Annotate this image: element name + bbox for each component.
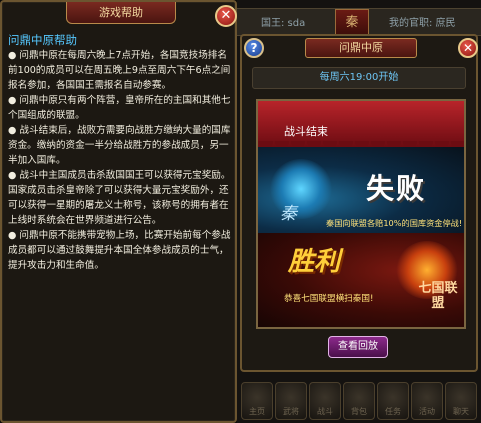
icon-label: 背包 bbox=[351, 407, 367, 416]
event-dialog: ? 问鼎中原 ✕ 每周六19:00开始 战斗结束 秦 失败 秦国向联盟各赔10%… bbox=[240, 34, 478, 372]
battle-result-image: 战斗结束 秦 失败 秦国向联盟各赔10%的国库资金停战! 胜利 七国联盟 恭喜七… bbox=[256, 99, 466, 329]
icon-label: 战斗 bbox=[317, 407, 333, 416]
nation-seal-icon: 秦 bbox=[335, 9, 369, 37]
help-title: 问鼎中原帮助 bbox=[8, 33, 77, 47]
alliance-name: 七国联盟 bbox=[418, 281, 458, 311]
task-icon[interactable]: 任务 bbox=[377, 382, 409, 420]
icon-label: 聊天 bbox=[453, 407, 469, 416]
help-paragraph: ● 问鼎中原只有两个阵营，皇帝所在的主国和其他七个国组成的联盟。 bbox=[8, 95, 231, 121]
dialog-title: 问鼎中原 bbox=[305, 38, 417, 58]
bag-icon[interactable]: 背包 bbox=[343, 382, 375, 420]
help-close-icon[interactable]: ✕ bbox=[215, 5, 237, 27]
icon-label: 活动 bbox=[419, 407, 435, 416]
help-panel: 游戏帮助 ✕ 问鼎中原帮助 ● 问鼎中原在每周六晚上7点开始，各国竞技场排名前1… bbox=[0, 0, 237, 423]
view-replay-button[interactable]: 查看回放 bbox=[328, 336, 388, 358]
victory-text: 胜利 bbox=[288, 247, 341, 277]
defeat-description: 秦国向联盟各赔10%的国库资金停战! bbox=[326, 218, 463, 228]
fight-icon[interactable]: 战斗 bbox=[309, 382, 341, 420]
bottom-icon-bar: 主页 武将 战斗 背包 任务 活动 聊天 bbox=[237, 380, 481, 423]
help-paragraph: ● 问鼎中原在每周六晚上7点开始，各国竞技场排名前100的成员可以在周五晚上9点… bbox=[8, 50, 231, 91]
icon-label: 武将 bbox=[283, 407, 299, 416]
help-paragraph: ● 问鼎中原不能携带宠物上场，比赛开始前每个参战成员都可以通过鼓舞提升本国全体参… bbox=[8, 230, 231, 271]
help-body: ● 问鼎中原在每周六晚上7点开始，各国竞技场排名前100的成员可以在周五晚上9点… bbox=[8, 48, 234, 273]
help-icon[interactable]: ? bbox=[244, 38, 264, 58]
defeat-text: 失败 bbox=[366, 172, 427, 205]
icon-label: 主页 bbox=[249, 407, 265, 416]
icon-label: 任务 bbox=[385, 407, 401, 416]
battle-end-text: 战斗结束 bbox=[284, 125, 328, 138]
schedule-text: 每周六19:00开始 bbox=[252, 67, 466, 89]
dialog-close-icon[interactable]: ✕ bbox=[458, 38, 478, 58]
loser-nation-label: 秦 bbox=[280, 204, 297, 224]
victory-description: 恭喜七国联盟横扫秦国! bbox=[284, 294, 374, 304]
home-icon[interactable]: 主页 bbox=[241, 382, 273, 420]
general-icon[interactable]: 武将 bbox=[275, 382, 307, 420]
activity-icon[interactable]: 活动 bbox=[411, 382, 443, 420]
help-paragraph: ● 战斗结束后，战败方需要向战胜方缴纳大量的国库资金。缴纳的资金一半分给战胜方的… bbox=[8, 125, 231, 166]
king-label: 国王: sda bbox=[261, 18, 306, 29]
help-panel-tab: 游戏帮助 bbox=[66, 2, 176, 24]
help-paragraph: ● 战斗中主国成员击杀敌国国王可以获得元宝奖励。国家成员击杀皇帝除了可以获得大量… bbox=[8, 170, 231, 226]
rank-label: 我的官职: 庶民 bbox=[389, 18, 456, 29]
chat-icon[interactable]: 聊天 bbox=[445, 382, 477, 420]
game-area: 国王: sda 秦 我的官职: 庶民 ? 问鼎中原 ✕ 每周六19:00开始 战… bbox=[237, 0, 481, 423]
